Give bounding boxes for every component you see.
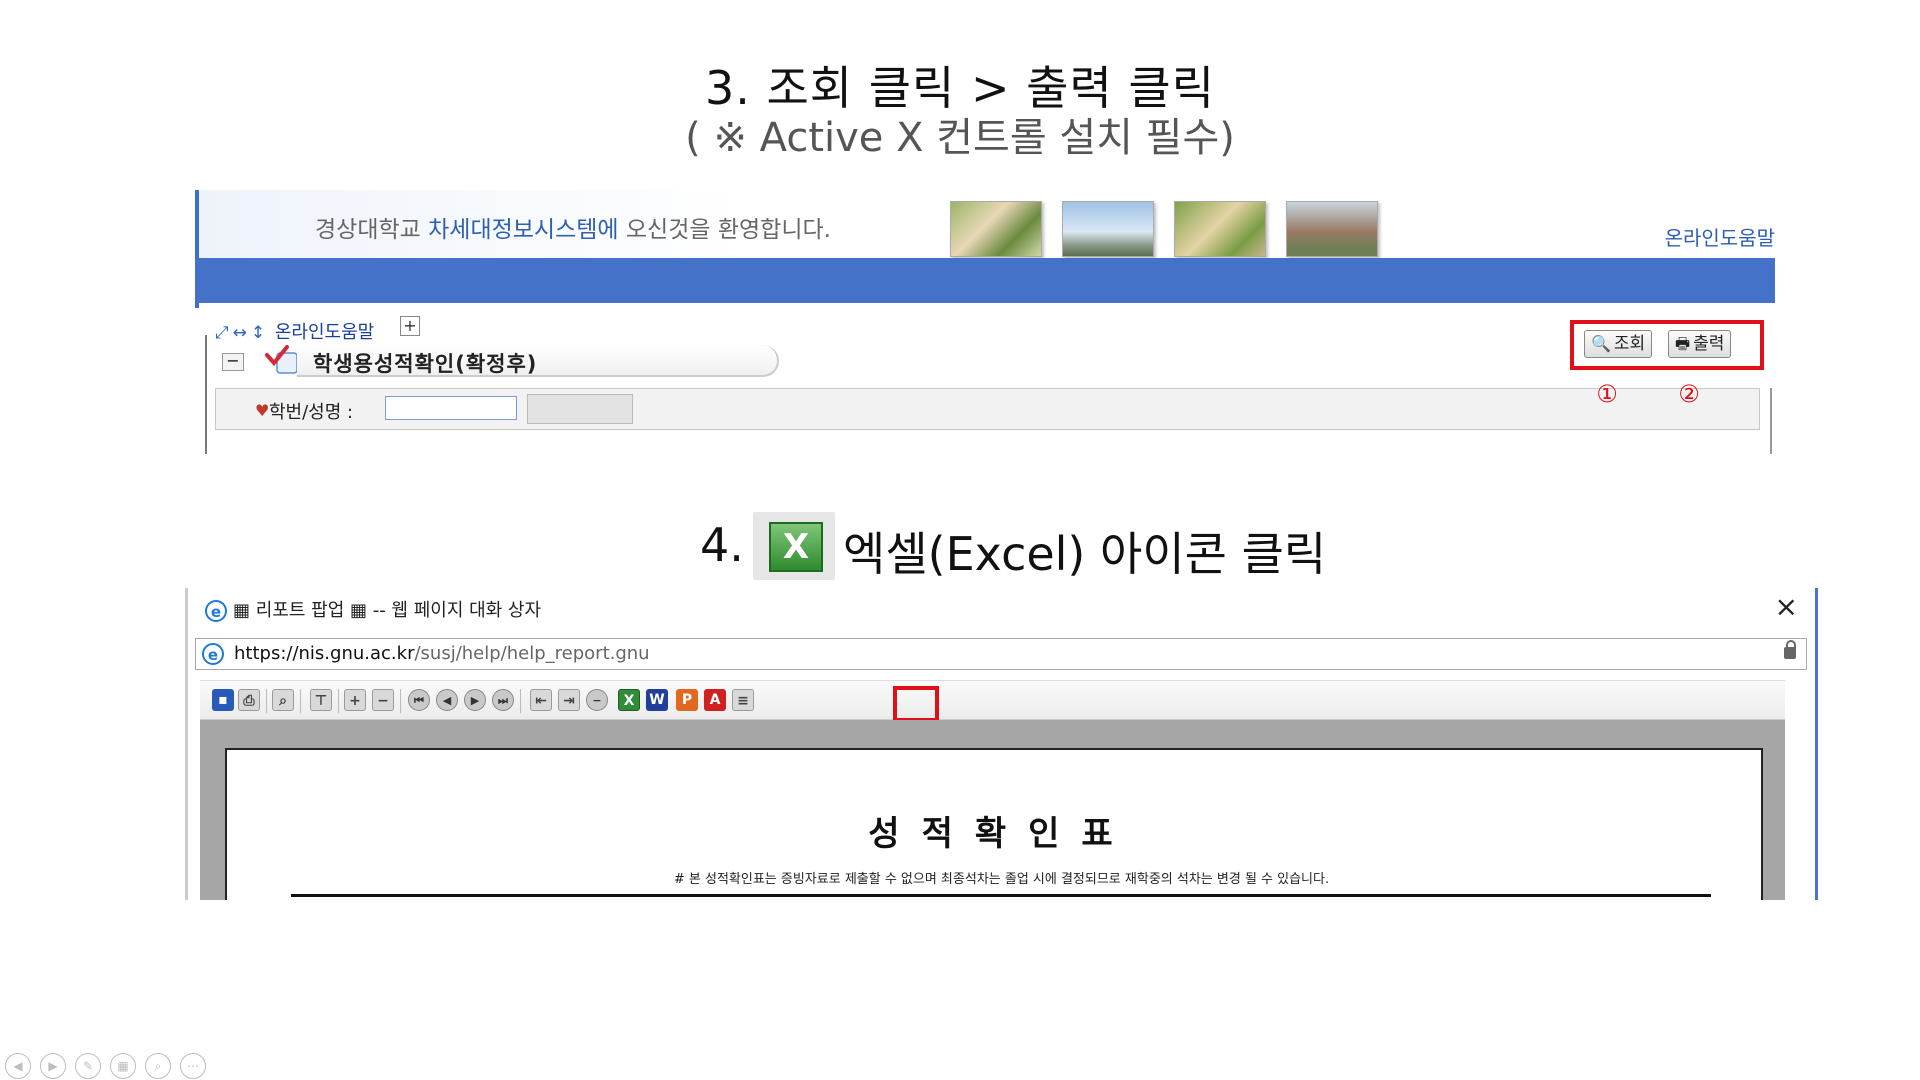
url-path: /susj/help/help_report.gnu: [414, 643, 650, 664]
excel-icon: X: [753, 512, 835, 580]
slides-grid-icon[interactable]: ▦: [110, 1053, 136, 1079]
report-title: 성적확인표: [868, 814, 1135, 854]
panel-edge: [205, 335, 207, 454]
previous-slide-icon[interactable]: ◀: [5, 1053, 31, 1079]
toolbar-separator: [520, 689, 521, 713]
banner-photo-campus: [1286, 201, 1378, 257]
buttons-highlight-box: [1570, 320, 1764, 370]
online-help-link[interactable]: 온라인도움말: [1665, 222, 1775, 251]
portal-menu-bar: [195, 258, 1775, 303]
next-slide-icon[interactable]: ▶: [40, 1053, 66, 1079]
welcome-highlight: 차세대정보시스템에: [428, 217, 619, 243]
welcome-message: 경상대학교 차세대정보시스템에 오신것을 환영합니다.: [315, 210, 831, 244]
slideshow-controls: ◀ ▶ ✎ ▦ ⌕ ⋯: [5, 1053, 215, 1079]
student-id-input[interactable]: [385, 396, 517, 420]
toolbar-separator: [266, 689, 267, 713]
page-title: 학생용성적확인(확정후): [313, 352, 538, 376]
more-options-icon[interactable]: ⋯: [180, 1053, 206, 1079]
report-toolbar: ▪ ⎙ ⌕ ⊤ + − ⏮ ◀ ▶ ⏭ ⇤ ⇥ − X W P A ≡: [200, 680, 1785, 720]
popup-title-bar: e ▦ 리포트 팝업 ▦ -- 웹 페이지 대화 상자: [205, 596, 541, 622]
banner-photo-group: [1174, 201, 1266, 257]
ie-icon: e: [205, 600, 227, 622]
stop-icon[interactable]: −: [586, 689, 608, 711]
address-bar[interactable]: e https://nis.gnu.ac.kr/susj/help/help_r…: [195, 638, 1807, 670]
toolbar-separator: [400, 689, 401, 713]
powerpoint-export-icon[interactable]: P: [676, 689, 698, 711]
tree-icon[interactable]: ⊤: [310, 689, 332, 711]
nav-help-link[interactable]: 온라인도움말: [275, 322, 374, 343]
last-page-icon[interactable]: ⏭: [492, 689, 514, 711]
close-icon[interactable]: ×: [1775, 590, 1798, 623]
checklist-icon: [265, 345, 298, 374]
add-favorite-icon[interactable]: +: [400, 316, 420, 336]
welcome-pre: 경상대학교: [315, 217, 429, 243]
collapse-icon[interactable]: −: [222, 353, 244, 371]
nav-help-row: ⤢ ↔ ↕ 온라인도움말: [215, 318, 374, 344]
prev-page-icon[interactable]: ◀: [436, 689, 458, 711]
student-name-field: [527, 394, 633, 424]
report-note: # 본 성적확인표는 증빙자료로 제출할 수 없으며 최종석차는 졸업 시에 결…: [673, 872, 1330, 887]
resize-horizontal-icon[interactable]: ↔: [233, 323, 247, 343]
hwp-export-icon[interactable]: ≡: [732, 689, 754, 711]
url-host: https://nis.gnu.ac.kr: [234, 643, 415, 664]
address-url: https://nis.gnu.ac.kr/susj/help/help_rep…: [234, 643, 650, 664]
excel-highlight-box: [893, 686, 939, 722]
next-page-icon[interactable]: ▶: [464, 689, 486, 711]
report-popup-screenshot: e ▦ 리포트 팝업 ▦ -- 웹 페이지 대화 상자 × e https://n…: [185, 588, 1818, 900]
step4-title: 엑셀(Excel) 아이콘 클릭: [843, 527, 1327, 581]
report-rule: [291, 894, 1711, 897]
expand-icon[interactable]: ⤢: [215, 323, 229, 343]
portal-screenshot: 경상대학교 차세대정보시스템에 오신것을 환영합니다. 온라인도움말 ⤢ ↔ ↕ 온…: [195, 190, 1775, 454]
pdf-export-icon[interactable]: A: [704, 689, 726, 711]
pen-icon[interactable]: ✎: [75, 1053, 101, 1079]
print-icon[interactable]: ⎙: [238, 689, 260, 711]
step3-subtitle: ( ※ Active X 컨트롤 설치 필수): [685, 115, 1235, 161]
student-id-label: 학번/성명 :: [269, 402, 354, 423]
excel-export-icon[interactable]: X: [618, 689, 640, 711]
resize-vertical-icon[interactable]: ↕: [251, 323, 265, 343]
welcome-post: 오신것을 환영합니다.: [618, 217, 831, 243]
word-export-icon[interactable]: W: [646, 689, 668, 711]
lock-icon: [1784, 640, 1796, 659]
toolbar-separator: [338, 689, 339, 713]
zoom-out-icon[interactable]: −: [372, 689, 394, 711]
zoom-icon[interactable]: ⌕: [145, 1053, 171, 1079]
save-icon[interactable]: ▪: [212, 689, 234, 711]
export-left-icon[interactable]: ⇤: [530, 689, 552, 711]
find-icon[interactable]: ⌕: [272, 689, 294, 711]
panel-right-edge: [1770, 388, 1772, 454]
marker-one: ①: [1596, 380, 1618, 408]
first-page-icon[interactable]: ⏮: [408, 689, 430, 711]
required-mark-icon: ♥: [255, 401, 270, 420]
banner-photo-students: [950, 201, 1042, 257]
popup-window-title: ▦ 리포트 팝업 ▦ -- 웹 페이지 대화 상자: [233, 600, 542, 621]
zoom-in-icon[interactable]: +: [344, 689, 366, 711]
export-right-icon[interactable]: ⇥: [558, 689, 580, 711]
banner-photo-arch: [1062, 201, 1154, 257]
toolbar-separator: [300, 689, 301, 713]
marker-two: ②: [1678, 380, 1700, 408]
ie-icon: e: [202, 643, 224, 665]
step4-number: 4.: [700, 518, 744, 572]
